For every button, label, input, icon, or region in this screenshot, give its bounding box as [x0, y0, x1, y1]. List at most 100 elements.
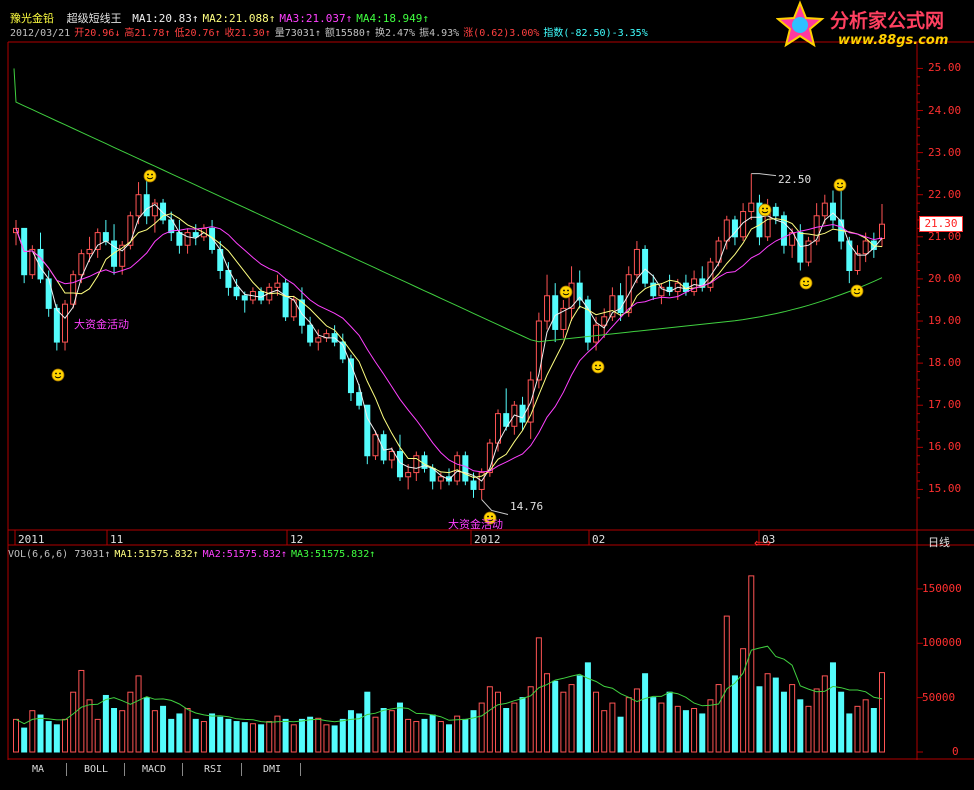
smiley-icon: [559, 285, 573, 299]
tab-boll[interactable]: BOLL: [68, 763, 125, 776]
volume-bar: [772, 677, 779, 753]
date-tick-label: 2012: [474, 533, 501, 546]
high-marker-line: [751, 173, 777, 177]
quote-field-5: 量73031↑: [274, 28, 321, 39]
candle-body: [821, 202, 828, 217]
volume-bar: [364, 691, 371, 753]
volume-bar: [625, 697, 632, 753]
volume-bar: [846, 713, 853, 753]
volume-bar: [805, 705, 812, 753]
candle-body: [282, 282, 289, 318]
candle-body: [772, 206, 779, 217]
stock-name: 豫光金铅: [10, 12, 54, 25]
volume-bar: [560, 691, 567, 753]
volume-bar: [666, 691, 673, 753]
smiley-eye: [858, 288, 860, 291]
smiley-eye: [762, 207, 764, 210]
volume-bar: [789, 684, 796, 753]
candle-body: [388, 451, 395, 461]
candle-body: [813, 215, 820, 242]
volume-bar: [258, 724, 265, 753]
volume-bar: [233, 721, 240, 753]
volume-bar: [13, 718, 19, 753]
volume-bar: [111, 708, 118, 753]
volume-bar: [127, 691, 134, 753]
volume-bar: [854, 705, 861, 753]
period-label[interactable]: 日线: [928, 534, 950, 550]
smiley-eye: [837, 182, 839, 185]
volume-ma-value-1: MA1:51575.832↑: [114, 549, 199, 560]
money-activity-label-1: 大资金活动: [74, 318, 129, 331]
volume-bar: [53, 724, 60, 753]
volume-bar: [160, 705, 167, 753]
quote-field-10: 指数(-82.50)-3.35%: [543, 28, 648, 39]
candle-body: [53, 307, 60, 343]
candle-body: [470, 480, 477, 490]
volume-bar: [413, 721, 420, 753]
volume-bar: [552, 680, 559, 753]
volume-bar: [764, 673, 771, 753]
volume-bar: [225, 718, 232, 753]
smiley-icon: [143, 169, 157, 183]
candle-body: [462, 455, 469, 482]
tab-macd[interactable]: MACD: [126, 763, 183, 776]
volume-bar: [446, 724, 452, 753]
volume-bar: [331, 725, 338, 753]
smiley-eye: [563, 289, 565, 292]
candle-body: [62, 303, 69, 343]
volume-bar: [437, 721, 444, 753]
volume-bar: [674, 705, 681, 753]
candle-body: [135, 194, 142, 217]
volume-bar: [862, 699, 869, 753]
smiley-eye: [854, 288, 856, 291]
date-tick-label: 02: [592, 533, 606, 546]
date-tick-label: 12: [290, 533, 304, 546]
candle-body: [879, 223, 885, 240]
price-tick-label: 19.00: [928, 314, 962, 328]
candle-body: [495, 413, 502, 444]
quote-field-1: 开20.96↓: [74, 28, 121, 39]
volume-ma-value-2: MA2:51575.832↑: [202, 549, 287, 560]
volume-bar: [650, 697, 657, 753]
quote-field-6: 额15580↑: [324, 28, 371, 39]
candle-body: [633, 248, 640, 276]
ma1-line: [15, 203, 883, 482]
date-tick-label: 2011: [18, 533, 45, 546]
stock-chart[interactable]: ⟺: [0, 0, 974, 790]
volume-bar: [699, 713, 706, 753]
volume-bar: [503, 708, 510, 753]
volume-bar: [217, 716, 224, 753]
volume-bar: [339, 718, 346, 753]
volume-bar: [748, 575, 755, 753]
candle-body: [94, 232, 101, 250]
volume-bar: [429, 714, 436, 753]
volume-bar: [609, 702, 616, 753]
tab-ma[interactable]: MA: [10, 763, 67, 776]
volume-bar: [601, 710, 608, 753]
volume-bar: [821, 675, 828, 753]
candle-body: [241, 295, 248, 301]
volume-tick-label: 150000: [922, 581, 962, 595]
volume-bar: [323, 724, 330, 753]
volume-bar: [421, 718, 428, 753]
candle-body: [862, 240, 869, 255]
tab-dmi[interactable]: DMI: [244, 763, 301, 776]
smiley-eye: [151, 173, 153, 176]
volume-tick-label: 50000: [922, 690, 956, 704]
candle-body: [184, 232, 191, 246]
volume-bar: [241, 722, 248, 753]
volume-bar: [633, 688, 640, 753]
candle-body: [45, 278, 52, 309]
ma-value-3: MA4:18.949↑: [356, 12, 430, 25]
volume-bar: [347, 710, 354, 753]
site-logo: 分析家公式网 www.88gs.com: [776, 0, 972, 52]
tab-rsi[interactable]: RSI: [185, 763, 242, 776]
volume-bar: [691, 708, 698, 753]
indicator-name: 超级短线王: [66, 12, 122, 25]
low-annotation: 14.76: [510, 500, 544, 513]
volume-bar: [307, 716, 314, 753]
price-tick-label: 24.00: [928, 103, 962, 117]
candle-body: [233, 286, 240, 297]
volume-bar: [740, 648, 747, 753]
volume-bar: [486, 686, 493, 753]
